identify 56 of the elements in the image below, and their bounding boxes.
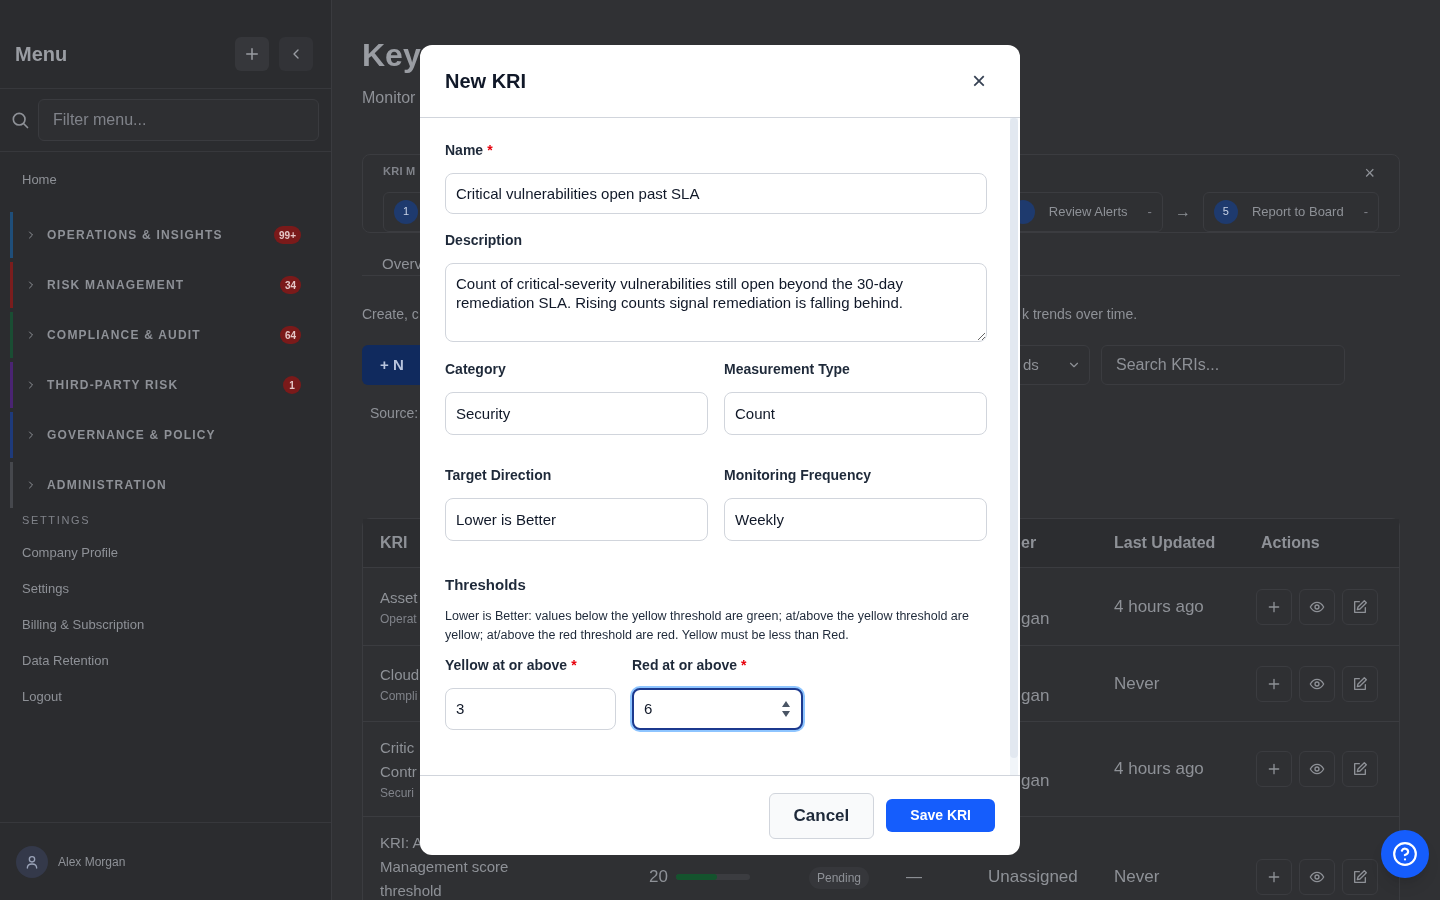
kri-name: Cloud	[380, 664, 420, 685]
column-header: Last Updated	[1114, 534, 1216, 551]
kri-category: Securi	[380, 785, 414, 802]
page-title: Key	[362, 36, 421, 74]
kri-name: Management score	[380, 856, 509, 877]
kri-category: Compli	[380, 687, 418, 705]
date-cell: Never	[1114, 673, 1160, 693]
column-header: Actions	[1261, 534, 1320, 551]
kri-name: Critic	[380, 738, 415, 758]
kri-name: Asset	[380, 587, 418, 608]
workflow-label: KRI M	[383, 164, 416, 179]
field-label: Red at or above	[632, 655, 738, 675]
required-mark: *	[741, 655, 747, 675]
description: Create, c	[362, 306, 419, 322]
count-badge: 64	[279, 326, 301, 344]
date-cell: 4 hours ago	[1114, 596, 1204, 616]
field-label: Category	[445, 360, 506, 379]
field-label: Monitoring Frequency	[724, 466, 871, 485]
status-badge: Pending	[809, 866, 870, 889]
owner-cell: gan	[1021, 771, 1050, 791]
section-heading: Thresholds	[445, 575, 526, 595]
owner-cell: Unassigned	[988, 866, 1078, 886]
step-number: 1	[394, 199, 418, 224]
count-badge: 34	[279, 276, 301, 294]
kri-category: Operat	[380, 610, 417, 628]
required-mark: *	[571, 655, 577, 675]
field-label: Description	[445, 231, 522, 250]
arrow-icon: →	[1174, 199, 1191, 224]
kri-name: threshold	[380, 880, 442, 900]
step-status: -	[1363, 202, 1368, 221]
trend-cell: —	[906, 867, 922, 885]
column-header: KRI	[380, 534, 408, 551]
field-label: Yellow at or above	[445, 655, 568, 675]
step-status: -	[1147, 202, 1152, 221]
date-cell: 4 hours ago	[1114, 759, 1204, 779]
owner-cell: gan	[1021, 608, 1050, 628]
count-badge: 99+	[274, 226, 301, 244]
column-header: er	[1021, 534, 1037, 551]
kri-name: Contr	[380, 762, 417, 782]
help-text: Lower is Better: values below the yellow threshold are green; at/above the yellow threshold are yellow; at/above the red threshold are red. Yellow must be less than Red.	[445, 607, 970, 644]
count-badge: 1	[283, 376, 301, 394]
page-subtitle: Monitor	[362, 88, 416, 108]
modal-title: New KRI	[445, 69, 527, 94]
owner-cell: gan	[1021, 685, 1050, 705]
sidebar-title: Menu	[15, 42, 68, 67]
field-label: Target Direction	[445, 466, 552, 485]
field-label: Measurement Type	[724, 360, 850, 379]
step-number: 5	[1213, 199, 1238, 224]
description: k trends over time.	[1022, 305, 1138, 324]
section-heading: SETTINGS	[21, 513, 92, 528]
source-label: Source:	[370, 404, 419, 423]
kri-value: 20	[649, 865, 668, 888]
user-name: Alex Morgan	[58, 853, 126, 871]
date-cell: Never	[1114, 866, 1160, 886]
required-mark: *	[487, 141, 493, 160]
field-label: Name	[445, 141, 484, 160]
